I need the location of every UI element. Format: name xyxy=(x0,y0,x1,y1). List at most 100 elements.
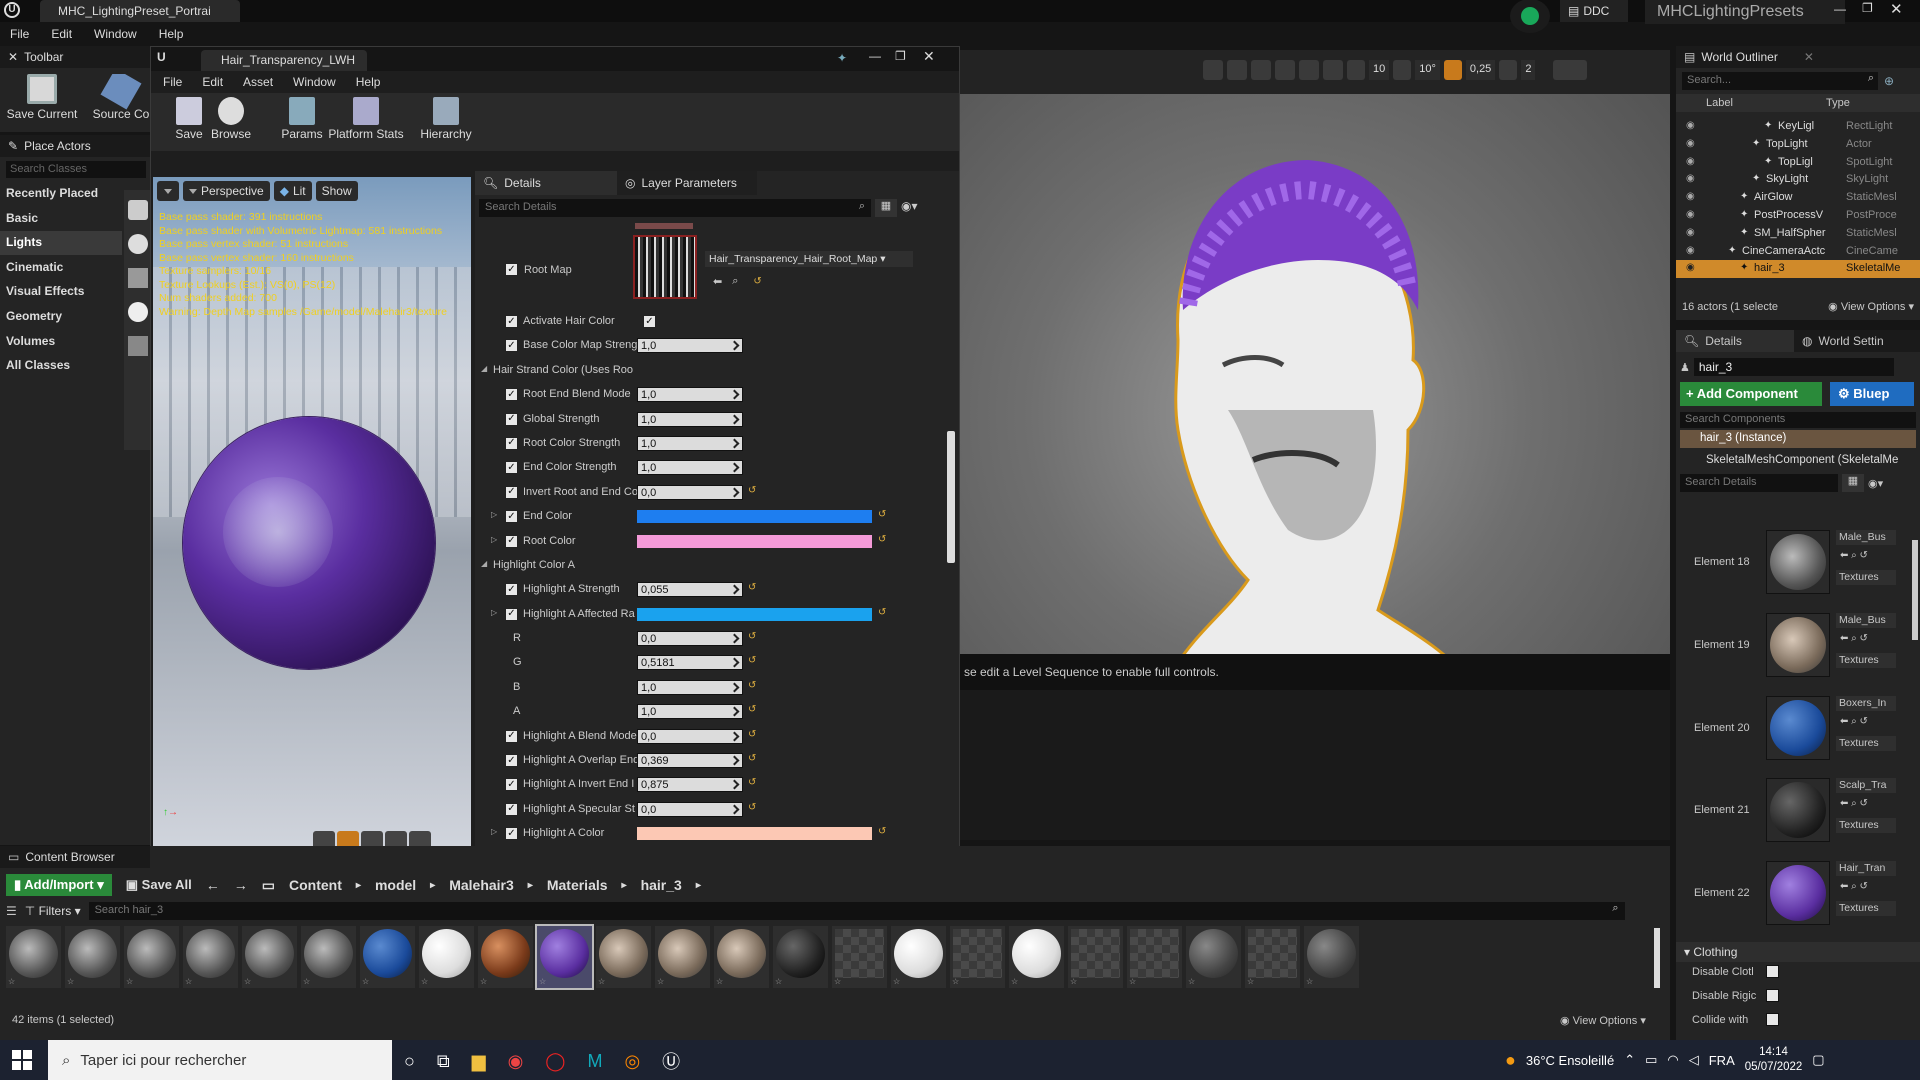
element-asset-dropdown[interactable]: Boxers_In xyxy=(1836,695,1896,711)
level-viewport[interactable]: 10 10° 0,25 2 se edit a Level Sequence to e… xyxy=(958,50,1670,840)
details-matrix-icon[interactable]: ▦ xyxy=(1842,474,1864,492)
param-value-field[interactable]: 0,369 xyxy=(637,753,743,769)
maximize-button[interactable]: ❐ xyxy=(1862,1,1873,15)
viewport-snap-icon[interactable] xyxy=(1499,60,1518,80)
outliner-row[interactable]: ◉ ✦ TopLight Actor xyxy=(1676,136,1920,154)
param-value-field[interactable]: 0,875 xyxy=(637,777,743,793)
right-details-scrollbar[interactable] xyxy=(1912,540,1918,640)
element-textures-dropdown[interactable]: Textures xyxy=(1836,652,1896,668)
sources-toggle-icon[interactable]: ☰ xyxy=(6,904,17,918)
element-thumbnail[interactable] xyxy=(1766,778,1830,843)
clothing-checkbox[interactable] xyxy=(1766,1013,1779,1026)
clothing-checkbox[interactable] xyxy=(1766,989,1779,1002)
tray-chevron-icon[interactable]: ⌃ xyxy=(1624,1052,1635,1068)
viewport-snap-value[interactable]: 10 xyxy=(1369,60,1390,80)
use-asset-arrow-icon[interactable]: ⬅ xyxy=(713,275,722,288)
asset-tile[interactable]: ☆ xyxy=(65,926,120,988)
viewport-snap-value[interactable]: 0,25 xyxy=(1465,60,1496,80)
asset-tile[interactable]: ☆ xyxy=(1186,926,1241,988)
category-volumes[interactable]: Volumes xyxy=(0,330,122,354)
outliner-row[interactable]: ◉ ✦ TopLigl SpotLight xyxy=(1676,154,1920,172)
param-value-field[interactable]: 0,0 xyxy=(637,801,743,817)
opera-icon[interactable]: ◯ xyxy=(545,1051,565,1072)
asset-star-icon[interactable]: ☆ xyxy=(1129,977,1136,986)
visibility-eye-icon[interactable]: ◉ xyxy=(1686,138,1695,149)
param-override-checkbox[interactable]: ✓ xyxy=(505,315,518,328)
me-minimize-button[interactable]: — xyxy=(869,49,881,63)
element-textures-dropdown[interactable]: Textures xyxy=(1836,735,1896,751)
details-scrollbar[interactable] xyxy=(947,431,955,563)
outliner-search-input[interactable]: Search... ⌕ xyxy=(1682,72,1878,90)
category-visual-effects[interactable]: Visual Effects xyxy=(0,280,122,304)
outliner-row[interactable]: ◉ ✦ AirGlow StaticMesl xyxy=(1676,189,1920,207)
asset-star-icon[interactable]: ☆ xyxy=(657,977,664,986)
outliner-view-options[interactable]: ◉ View Options ▾ xyxy=(1828,300,1920,313)
param-override-checkbox[interactable]: ✓ xyxy=(505,583,518,597)
param-value-field[interactable]: 1,0 xyxy=(637,460,743,476)
add-component-button[interactable]: + Add Component xyxy=(1680,382,1822,406)
asset-tile[interactable]: ☆ xyxy=(1245,926,1300,988)
color-swatch[interactable] xyxy=(637,510,872,524)
taskbar-search[interactable]: ⌕ Taper ici pour rechercher xyxy=(48,1040,392,1080)
details-search-right-input[interactable]: Search Details xyxy=(1680,474,1838,492)
outliner-row[interactable]: ◉ ✦ PostProcessV PostProce xyxy=(1676,207,1920,225)
component-row[interactable]: SkeletalMeshComponent (SkeletalMe xyxy=(1680,452,1920,470)
param-override-checkbox[interactable]: ✓ xyxy=(505,436,518,450)
reset-arrow-icon[interactable]: ↺ xyxy=(748,777,756,788)
root-map-thumbnail[interactable] xyxy=(633,235,697,299)
volume-icon[interactable]: ◁ xyxy=(1689,1052,1699,1068)
element-asset-dropdown[interactable]: Male_Bus xyxy=(1836,612,1896,628)
element-thumbnail[interactable] xyxy=(1766,861,1830,926)
param-override-checkbox[interactable]: ✓ xyxy=(505,827,518,841)
me-menu-edit[interactable]: Edit xyxy=(202,75,223,89)
asset-star-icon[interactable]: ☆ xyxy=(185,977,192,986)
save-current-button[interactable]: Save Current xyxy=(6,74,78,121)
viewport-snap-value[interactable]: 2 xyxy=(1521,60,1536,80)
asset-star-icon[interactable]: ☆ xyxy=(1011,977,1018,986)
reset-arrow-icon[interactable]: ↺ xyxy=(748,631,756,642)
asset-star-icon[interactable]: ☆ xyxy=(893,977,900,986)
material-tab[interactable]: Hair_Transparency_LWH xyxy=(201,50,367,71)
reset-arrow-icon[interactable]: ↺ xyxy=(748,485,756,496)
source-control-button[interactable]: Source Co xyxy=(90,74,152,121)
asset-tile[interactable]: ☆ xyxy=(891,926,946,988)
param-value-field[interactable]: 0,5181 xyxy=(637,655,743,671)
param-override-checkbox[interactable]: ✓ xyxy=(505,485,518,499)
viewport-tool-icon[interactable] xyxy=(1251,60,1271,80)
expand-arrow-icon[interactable]: ▷ xyxy=(491,827,497,836)
filters-button[interactable]: ⊤ Filters ▾ xyxy=(25,904,81,918)
show-button[interactable]: Show xyxy=(315,181,358,201)
element-textures-dropdown[interactable]: Textures xyxy=(1836,901,1896,917)
eye-options-button[interactable]: ◉▾ xyxy=(901,199,927,217)
viewport-tool-icon[interactable] xyxy=(1227,60,1247,80)
reset-arrow-icon[interactable]: ↺ xyxy=(748,655,756,666)
instance-row[interactable]: hair_3 (Instance) xyxy=(1680,430,1916,448)
menu-file[interactable]: File xyxy=(10,27,29,41)
actor-name-field[interactable]: hair_3 xyxy=(1693,358,1894,376)
asset-star-icon[interactable]: ☆ xyxy=(1188,977,1195,986)
me-maximize-button[interactable]: ❐ xyxy=(895,49,906,63)
element-use-asset-icon[interactable]: ⬅ ⌕ ↺ xyxy=(1840,798,1868,809)
asset-tile[interactable]: ☆ xyxy=(242,926,297,988)
back-arrow-icon[interactable]: ← xyxy=(206,877,220,893)
weather-text[interactable]: 36°C Ensoleillé xyxy=(1526,1053,1614,1068)
visibility-eye-icon[interactable]: ◉ xyxy=(1686,120,1695,131)
property-matrix-button[interactable]: ▦ xyxy=(875,199,897,217)
expand-arrow-icon[interactable]: ▷ xyxy=(491,535,497,544)
visibility-eye-icon[interactable]: ◉ xyxy=(1686,191,1695,202)
param-override-checkbox[interactable]: ✓ xyxy=(505,510,518,524)
notifications-icon[interactable]: ▢ xyxy=(1812,1052,1824,1068)
start-button[interactable] xyxy=(12,1050,32,1070)
group-collapse-icon[interactable]: ◢ xyxy=(481,559,487,568)
network-icon[interactable]: ◠ xyxy=(1667,1052,1678,1068)
element-asset-dropdown[interactable]: Hair_Tran xyxy=(1836,861,1896,877)
root-map-asset-dropdown[interactable]: Hair_Transparency_Hair_Root_Map ▾ xyxy=(705,251,913,267)
param-override-checkbox[interactable]: ✓ xyxy=(505,388,518,402)
content-view-options[interactable]: ◉ View Options ▾ xyxy=(1560,1014,1646,1027)
asset-star-icon[interactable]: ☆ xyxy=(244,977,251,986)
reset-arrow-icon[interactable]: ↺ xyxy=(878,826,886,837)
battery-icon[interactable]: ▭ xyxy=(1645,1052,1657,1068)
asset-star-icon[interactable]: ☆ xyxy=(421,977,428,986)
outliner-row[interactable]: ◉ ✦ SkyLight SkyLight xyxy=(1676,171,1920,189)
source-control-status-icon[interactable] xyxy=(1510,0,1550,33)
